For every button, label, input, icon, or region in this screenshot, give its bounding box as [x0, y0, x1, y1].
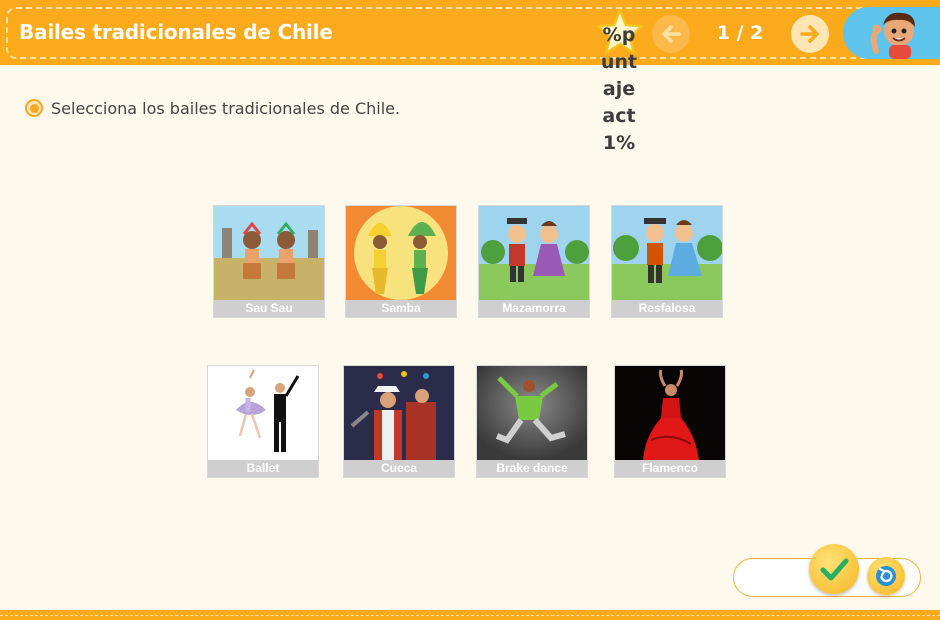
next-page-button[interactable] — [791, 15, 829, 53]
boy-mascot-icon — [870, 12, 915, 59]
dance-card-sau-sau[interactable]: Sau Sau — [213, 205, 325, 318]
page-indicator: 1 / 2 — [716, 22, 764, 44]
cueca-photo — [344, 366, 454, 460]
score-line: 1% — [602, 132, 636, 154]
card-label: Ballet — [208, 460, 318, 477]
arrow-left-icon — [662, 25, 681, 43]
dance-card-ballet[interactable]: Ballet — [207, 365, 319, 478]
dance-card-flamenco[interactable]: Flamenco — [614, 365, 726, 478]
resfalosa-illustration — [612, 206, 722, 300]
score-line: act — [602, 105, 636, 127]
score-line: %p — [602, 24, 636, 46]
check-icon — [820, 558, 849, 581]
previous-page-button[interactable] — [652, 15, 690, 53]
card-label: Resfalosa — [612, 300, 722, 317]
card-label: Mazamorra — [479, 300, 589, 317]
flamenco-photo — [615, 366, 725, 460]
score-line: aje — [602, 78, 636, 100]
card-label: Brake dance — [477, 460, 587, 477]
page-title: Bailes tradicionales de Chile — [19, 20, 333, 44]
reset-icon — [876, 566, 896, 586]
card-label: Sau Sau — [214, 300, 324, 317]
sau-sau-illustration — [214, 206, 324, 300]
score-line: unt — [600, 51, 638, 73]
check-answer-button[interactable] — [809, 544, 859, 594]
dance-card-mazamorra[interactable]: Mazamorra — [478, 205, 590, 318]
dance-card-cueca[interactable]: Cueca — [343, 365, 455, 478]
avatar — [843, 7, 940, 59]
card-label: Cueca — [344, 460, 454, 477]
dance-card-samba[interactable]: Samba — [345, 205, 457, 318]
dance-card-brake-dance[interactable]: Brake dance — [476, 365, 588, 478]
card-label: Flamenco — [615, 460, 725, 477]
score-percentage: %p unt aje act 1% — [596, 22, 642, 157]
instruction-bullet-icon — [25, 99, 43, 117]
brake-dance-photo — [477, 366, 587, 460]
card-label: Samba — [346, 300, 456, 317]
samba-illustration — [346, 206, 456, 300]
ballet-photo — [208, 366, 318, 460]
footer-dashed-line — [0, 615, 940, 616]
reset-button[interactable] — [867, 557, 905, 595]
instruction-text: Selecciona los bailes tradicionales de C… — [51, 99, 401, 118]
dance-card-resfalosa[interactable]: Resfalosa — [611, 205, 723, 318]
arrow-right-icon — [800, 25, 819, 43]
mazamorra-illustration — [479, 206, 589, 300]
